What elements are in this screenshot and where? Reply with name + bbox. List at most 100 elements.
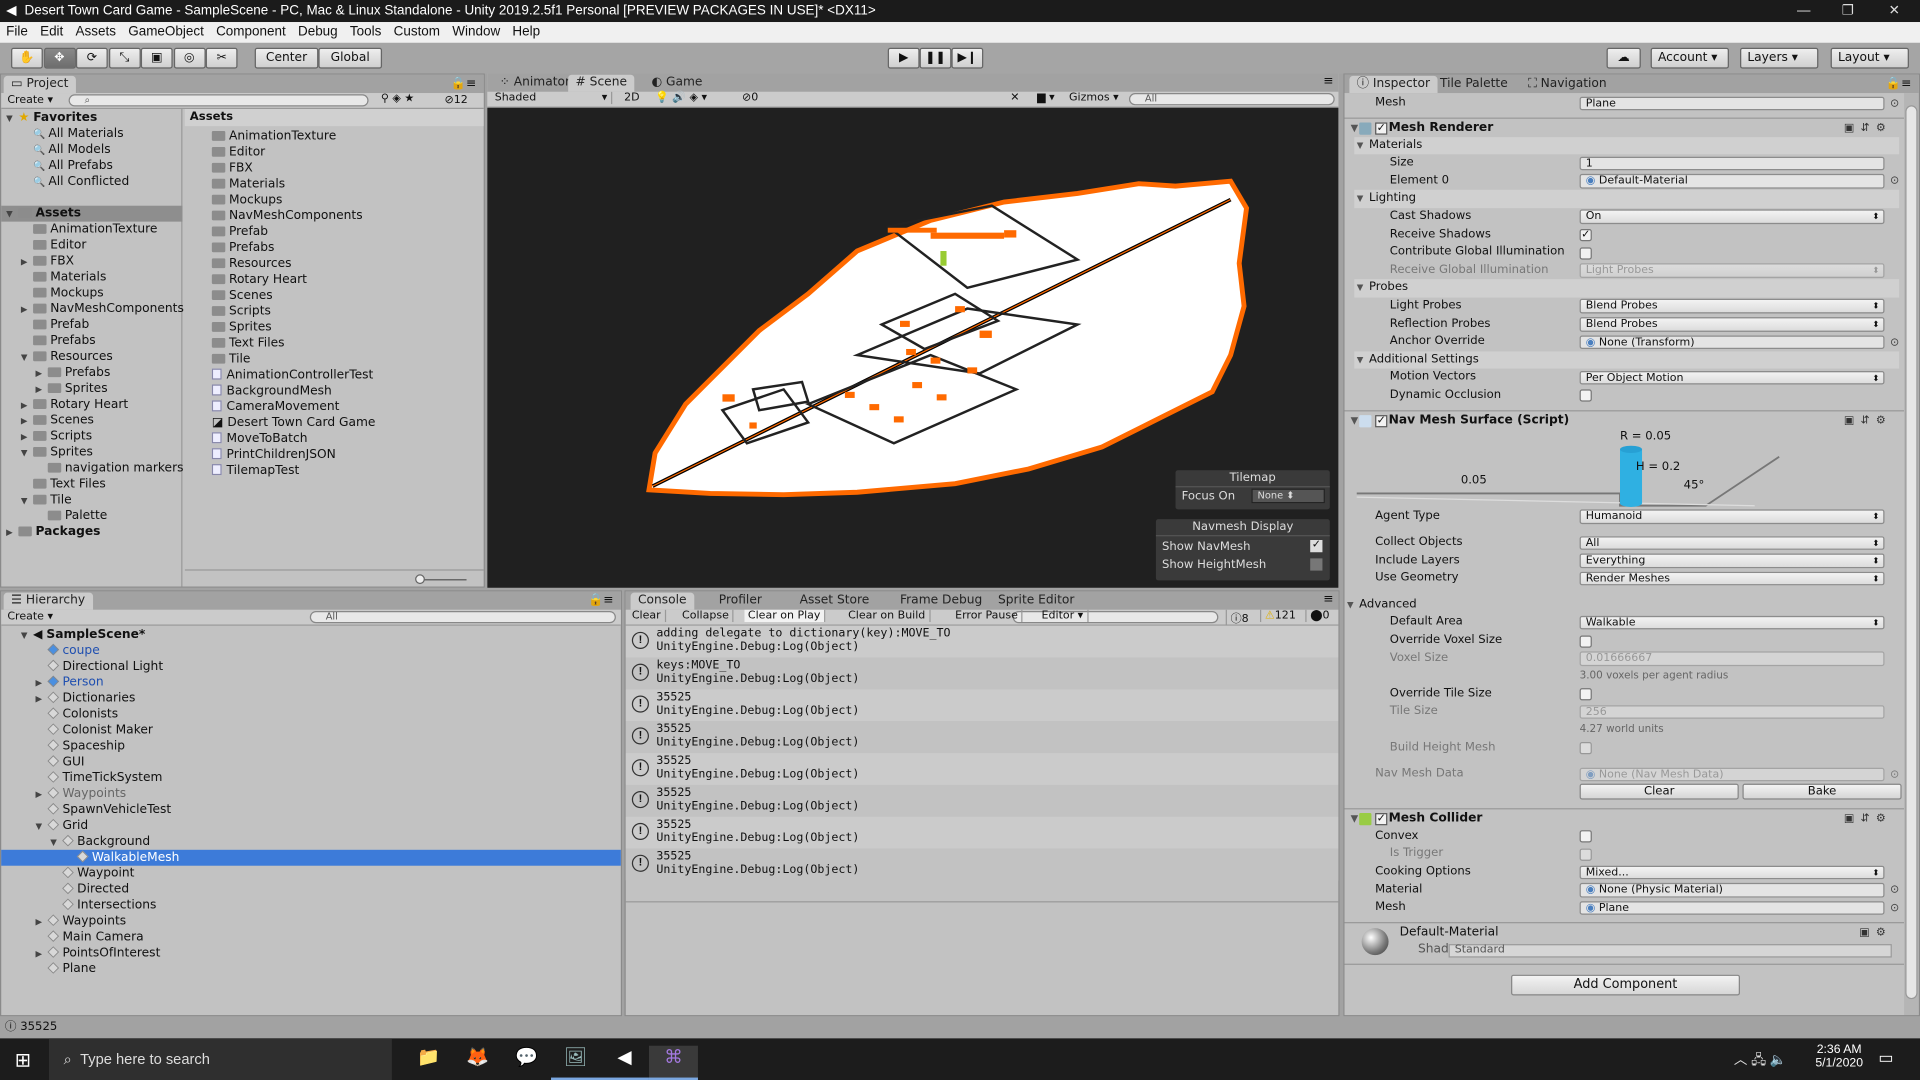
- console-log-entry[interactable]: ! 35525 UnityEngine.Debug:Log(Object): [625, 753, 1339, 785]
- expanded-arrow-icon[interactable]: ▼: [6, 111, 18, 127]
- dynamic-occlusion-checkbox[interactable]: [1579, 389, 1592, 403]
- tab-console[interactable]: Console: [630, 592, 694, 610]
- scale-icon[interactable]: ⤡: [108, 47, 141, 69]
- console-log-entry[interactable]: ! 35525 UnityEngine.Debug:Log(Object): [625, 816, 1339, 849]
- hidden-count[interactable]: ⊘12: [444, 94, 467, 106]
- tree-item-waypoints[interactable]: ▶ Waypoints: [1, 913, 621, 929]
- tree-item-all-prefabs[interactable]: 🔍 All Prefabs: [1, 158, 182, 174]
- tree-item-resources[interactable]: ▼ Resources: [1, 349, 182, 365]
- menu-file[interactable]: File: [0, 22, 34, 43]
- tree-item-editor[interactable]: Editor: [185, 144, 484, 160]
- component-tools-icons[interactable]: ▣⇵⚙: [1844, 411, 1892, 431]
- status-bar[interactable]: ⓘ 35525: [0, 1016, 1920, 1039]
- tree-item-scripts[interactable]: ▶ Scripts: [1, 429, 182, 445]
- windows-start-icon[interactable]: ⊞: [15, 1048, 31, 1072]
- element-0-field[interactable]: ◉ Default-Material: [1579, 174, 1899, 189]
- tree-item-prefabs[interactable]: ▶ Prefabs: [1, 365, 182, 381]
- expanded-arrow-icon[interactable]: ▼: [1351, 411, 1359, 431]
- tree-item-materials[interactable]: Materials: [185, 176, 484, 192]
- lock-icon[interactable]: 🔒≡: [1886, 77, 1912, 90]
- include-layers-dropdown[interactable]: Everything: [1579, 553, 1885, 568]
- tree-item-rotary-heart[interactable]: Rotary Heart: [185, 272, 484, 288]
- account-dropdown[interactable]: Account ▾: [1650, 47, 1729, 69]
- console-clear-button[interactable]: Clear: [628, 609, 666, 623]
- panel-menu-icon[interactable]: ≡: [1323, 75, 1333, 88]
- step-button[interactable]: ▶❙: [951, 47, 984, 69]
- tree-item-scripts[interactable]: Scripts: [185, 304, 484, 320]
- tab-animator[interactable]: ⁘ Animator: [492, 75, 577, 92]
- motion-vectors-dropdown[interactable]: Per Object Motion: [1579, 370, 1885, 385]
- tree-item-prefabs[interactable]: Prefabs: [185, 240, 484, 256]
- tree-item-waypoint[interactable]: Waypoint: [1, 866, 621, 882]
- tab-scene[interactable]: # Scene: [568, 74, 635, 92]
- tree-item-prefab[interactable]: Prefab: [185, 224, 484, 240]
- menu-window[interactable]: Window: [446, 22, 506, 43]
- tree-item-grid[interactable]: ▼ Grid: [1, 818, 621, 834]
- expanded-arrow-icon[interactable]: ▼: [6, 207, 18, 223]
- hidden-objects-toggle[interactable]: ⊘0: [742, 92, 758, 104]
- console-editor-button[interactable]: Editor ▾: [1038, 609, 1089, 623]
- collapsed-arrow-icon[interactable]: ▶: [36, 382, 48, 398]
- pivot-global-button[interactable]: Global: [318, 47, 383, 69]
- tree-item-plane[interactable]: Plane: [1, 961, 621, 977]
- tree-item-intersections[interactable]: Intersections: [1, 898, 621, 914]
- mesh-renderer-header[interactable]: ▼ ✓ Mesh Renderer ▣⇵⚙: [1344, 117, 1905, 138]
- asset-size-slider[interactable]: [184, 569, 484, 586]
- file-explorer-icon[interactable]: 📁: [404, 1046, 453, 1068]
- light-probes-dropdown[interactable]: Blend Probes: [1579, 299, 1885, 314]
- tree-item-coupe[interactable]: coupe: [1, 643, 621, 659]
- tree-item-animationtexture[interactable]: AnimationTexture: [185, 129, 484, 145]
- clock[interactable]: 2:36 AM 5/1/2020: [1812, 1043, 1866, 1070]
- console-log-entry[interactable]: ! 35525 UnityEngine.Debug:Log(Object): [625, 721, 1339, 754]
- material-field[interactable]: ◉ None (Physic Material): [1579, 882, 1899, 898]
- tree-item-navmeshcomponents[interactable]: ▶ NavMeshComponents: [1, 301, 184, 317]
- tree-item-colonist-maker[interactable]: Colonist Maker: [1, 722, 621, 738]
- clear-navmesh-button[interactable]: Clear: [1579, 783, 1739, 800]
- system-tray-icons[interactable]: ︿ 🖧 🔈: [1734, 1049, 1787, 1072]
- override-tile-size-checkbox[interactable]: [1579, 688, 1592, 701]
- tab-project[interactable]: ▭ Project: [3, 75, 76, 94]
- tree-item-person[interactable]: ▶ Person: [1, 675, 621, 691]
- menu-assets[interactable]: Assets: [69, 22, 122, 43]
- firefox-icon[interactable]: 🦊: [453, 1046, 502, 1068]
- tree-item-palette[interactable]: Palette: [1, 508, 182, 524]
- tree-item-animationtexture[interactable]: AnimationTexture: [1, 222, 182, 238]
- console-log-entry[interactable]: ! 35525 UnityEngine.Debug:Log(Object): [625, 784, 1339, 817]
- convex-checkbox[interactable]: [1579, 830, 1592, 843]
- expanded-arrow-icon[interactable]: ▼: [21, 446, 33, 462]
- component-tools-icons[interactable]: ▣⇵⚙: [1844, 118, 1892, 138]
- tree-item-dictionaries[interactable]: ▶ Dictionaries: [1, 691, 621, 707]
- collapsed-arrow-icon[interactable]: ▶: [36, 366, 48, 382]
- collapsed-arrow-icon[interactable]: ▶: [21, 255, 33, 271]
- tree-item-spawnvehicletest[interactable]: SpawnVehicleTest: [1, 802, 621, 818]
- panel-menu-icon[interactable]: ≡: [1323, 593, 1333, 606]
- tree-item-desert-town-card-game[interactable]: ◪ Desert Town Card Game: [185, 415, 484, 431]
- console-log-entry[interactable]: ! adding delegate to dictionary(key):MOVE…: [625, 625, 1339, 658]
- menu-gameobject[interactable]: GameObject: [122, 22, 210, 43]
- rect-icon[interactable]: ▣: [140, 47, 173, 69]
- expanded-arrow-icon[interactable]: ▼: [1351, 118, 1359, 138]
- use-geometry-dropdown[interactable]: Render Meshes: [1579, 571, 1885, 586]
- focus-on-dropdown[interactable]: None ⬍: [1251, 488, 1325, 504]
- scene-search-input[interactable]: All: [1128, 93, 1335, 106]
- additional-settings-label[interactable]: Additional Settings: [1369, 351, 1479, 369]
- tree-item-navmeshcomponents[interactable]: NavMeshComponents: [185, 208, 484, 224]
- custom-tool-icon[interactable]: ✂: [205, 47, 238, 69]
- receive-shadows-checkbox[interactable]: ✓: [1579, 229, 1592, 242]
- component-enabled-checkbox[interactable]: ✓: [1375, 812, 1388, 826]
- component-tools-icons[interactable]: ▣⇵⚙: [1844, 809, 1892, 829]
- hand-icon[interactable]: ✋: [11, 47, 43, 69]
- expanded-arrow-icon[interactable]: ▼: [21, 628, 33, 644]
- default-area-dropdown[interactable]: Walkable: [1579, 615, 1885, 630]
- expanded-arrow-icon[interactable]: ▼: [1347, 596, 1354, 614]
- project-search-input[interactable]: ⌕: [68, 94, 369, 107]
- project-create-button[interactable]: Create ▾: [7, 94, 53, 106]
- tree-item-gui[interactable]: GUI: [1, 754, 621, 770]
- collapsed-arrow-icon[interactable]: ▶: [36, 915, 48, 931]
- tree-item-all-models[interactable]: 🔍 All Models: [1, 142, 182, 158]
- menu-help[interactable]: Help: [506, 22, 546, 43]
- collapsed-arrow-icon[interactable]: ▶: [21, 398, 33, 414]
- lock-icon[interactable]: 🔒≡: [588, 594, 614, 607]
- menu-edit[interactable]: Edit: [34, 22, 69, 43]
- warning-filter-toggle[interactable]: ⚠121: [1260, 609, 1296, 623]
